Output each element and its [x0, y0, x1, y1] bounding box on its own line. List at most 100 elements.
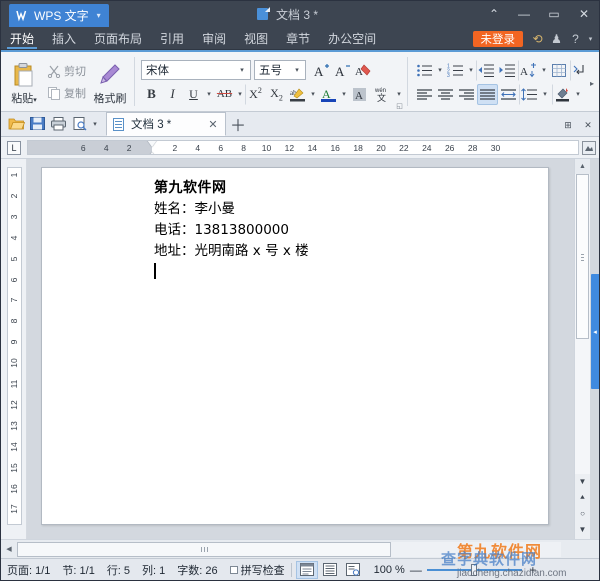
horizontal-scroll-track[interactable]: [17, 542, 561, 557]
font-size-caret-icon[interactable]: ▾: [291, 61, 303, 79]
font-name-combobox[interactable]: 宋体 ▾: [141, 60, 251, 80]
print-preview-button[interactable]: [69, 114, 89, 134]
document-text-body[interactable]: 第九软件网 姓名：李小曼 电话：13813800000 地址：光明南路 x 号 …: [154, 178, 309, 283]
tab-chapter[interactable]: 章节: [277, 27, 319, 49]
tab-references[interactable]: 引用: [151, 27, 193, 49]
tab-stop-selector[interactable]: L: [1, 137, 27, 158]
previous-page-button[interactable]: ▼: [575, 474, 590, 489]
status-section[interactable]: 节: 1/1: [56, 560, 100, 580]
underline-caret-icon[interactable]: ▾: [204, 84, 214, 105]
vertical-scroll-thumb[interactable]: [576, 174, 589, 339]
skin-icon[interactable]: ♟: [548, 29, 565, 48]
strikethrough-caret-icon[interactable]: ▾: [235, 84, 245, 105]
character-shading-button[interactable]: A: [349, 84, 370, 105]
chevron-down-icon[interactable]: ▾: [586, 29, 595, 48]
tab-insert[interactable]: 插入: [43, 27, 85, 49]
shrink-font-button[interactable]: A: [332, 60, 353, 81]
show-marks-button[interactable]: [549, 60, 570, 81]
zoom-in-button[interactable]: +: [527, 563, 539, 577]
tab-office-space[interactable]: 办公空间: [319, 27, 385, 49]
zoom-slider-knob[interactable]: [471, 564, 477, 576]
line-spacing-caret-icon[interactable]: ▾: [540, 84, 550, 105]
increase-indent-button[interactable]: [497, 60, 518, 81]
open-button[interactable]: [6, 114, 26, 134]
browse-object-button[interactable]: ○: [575, 506, 590, 521]
tab-start[interactable]: 开始: [1, 27, 43, 49]
sort-button[interactable]: A: [518, 60, 539, 81]
font-name-caret-icon[interactable]: ▾: [236, 61, 248, 79]
status-row[interactable]: 行: 5: [101, 560, 136, 580]
scroll-up-button[interactable]: ▲: [575, 159, 590, 174]
close-pane-button[interactable]: ✕: [579, 116, 597, 134]
bold-button[interactable]: B: [141, 84, 162, 105]
vertical-scroll-track[interactable]: [575, 174, 590, 474]
clear-format-button[interactable]: A: [353, 60, 374, 81]
align-center-button[interactable]: [435, 84, 456, 105]
text-highlight-button[interactable]: ab: [287, 84, 308, 105]
document-page[interactable]: 第九软件网 姓名：李小曼 电话：13813800000 地址：光明南路 x 号 …: [41, 167, 549, 525]
shading-button[interactable]: [552, 84, 573, 105]
zoom-slider[interactable]: [427, 563, 522, 577]
login-status-button[interactable]: 未登录: [473, 31, 524, 47]
zoom-out-button[interactable]: —: [410, 563, 422, 577]
restore-pane-button[interactable]: ⊞: [559, 116, 577, 134]
cut-button[interactable]: 剪切: [44, 60, 89, 82]
status-word-count[interactable]: 字数: 26: [171, 560, 223, 580]
align-justify-button[interactable]: [477, 84, 498, 105]
web-view-button[interactable]: [342, 561, 364, 579]
distribute-button[interactable]: [498, 84, 519, 105]
horizontal-scroll-thumb[interactable]: [17, 542, 391, 557]
spellcheck-checkbox-icon[interactable]: [230, 566, 238, 574]
history-icon[interactable]: ⟲: [529, 29, 546, 48]
sort-caret-icon[interactable]: ▾: [539, 60, 549, 81]
pinyin-guide-button[interactable]: wén文: [370, 84, 394, 105]
print-button[interactable]: [48, 114, 68, 134]
quick-access-caret-icon[interactable]: ▾: [90, 113, 100, 134]
ruler-corner-button[interactable]: [579, 137, 599, 158]
paste-button[interactable]: 粘贴▾: [4, 53, 44, 111]
next-page-button[interactable]: ▼: [575, 522, 590, 537]
line-break-button[interactable]: [570, 60, 587, 81]
line-spacing-button[interactable]: [519, 84, 540, 105]
status-column[interactable]: 列: 1: [136, 560, 171, 580]
zoom-level-label[interactable]: 100 %: [374, 564, 405, 576]
wps-app-tab-caret-icon[interactable]: ▾: [97, 11, 101, 20]
align-right-button[interactable]: [456, 84, 477, 105]
wps-app-tab[interactable]: WPS 文字 ▾: [9, 4, 109, 27]
horizontal-ruler[interactable]: 64224681012141618202224262830: [27, 140, 579, 155]
font-color-button[interactable]: A: [318, 84, 339, 105]
font-color-caret-icon[interactable]: ▾: [339, 84, 349, 105]
status-page[interactable]: 页面: 1/1: [1, 560, 56, 580]
new-tab-button[interactable]: ＋: [226, 112, 250, 136]
grow-font-button[interactable]: A: [311, 60, 332, 81]
format-painter-button[interactable]: 格式刷: [89, 53, 131, 111]
status-spellcheck[interactable]: 拼写检查: [224, 560, 291, 580]
save-button[interactable]: [27, 114, 47, 134]
outline-view-button[interactable]: [319, 561, 341, 579]
copy-button[interactable]: 复制: [44, 82, 89, 104]
align-left-button[interactable]: [414, 84, 435, 105]
maximize-button[interactable]: ▭: [539, 1, 569, 27]
bullet-list-caret-icon[interactable]: ▾: [435, 60, 445, 81]
numbered-list-button[interactable]: 123: [445, 60, 466, 81]
superscript-button[interactable]: X2: [245, 84, 266, 105]
indent-markers[interactable]: [147, 140, 158, 155]
document-tab[interactable]: 文档 3 * ✕: [106, 112, 226, 136]
help-icon[interactable]: ?: [567, 29, 584, 48]
italic-button[interactable]: I: [162, 84, 183, 105]
bullet-list-button[interactable]: [414, 60, 435, 81]
strikethrough-button[interactable]: AB: [214, 84, 235, 105]
side-panel-toggle[interactable]: ◂: [591, 274, 599, 389]
close-icon[interactable]: ✕: [205, 116, 221, 132]
text-highlight-caret-icon[interactable]: ▾: [308, 84, 318, 105]
numbered-list-caret-icon[interactable]: ▾: [466, 60, 476, 81]
tab-view[interactable]: 视图: [235, 27, 277, 49]
close-button[interactable]: ✕: [569, 1, 599, 27]
first-line-indent-marker[interactable]: [147, 140, 157, 147]
select-browse-object-button[interactable]: ⯅: [575, 490, 590, 505]
minimize-button[interactable]: —: [509, 1, 539, 27]
tab-review[interactable]: 审阅: [193, 27, 235, 49]
font-size-combobox[interactable]: 五号 ▾: [254, 60, 306, 80]
vertical-scrollbar[interactable]: ▲ ▼ ⯅ ○ ▼: [574, 159, 590, 539]
shading-caret-icon[interactable]: ▾: [573, 84, 583, 105]
